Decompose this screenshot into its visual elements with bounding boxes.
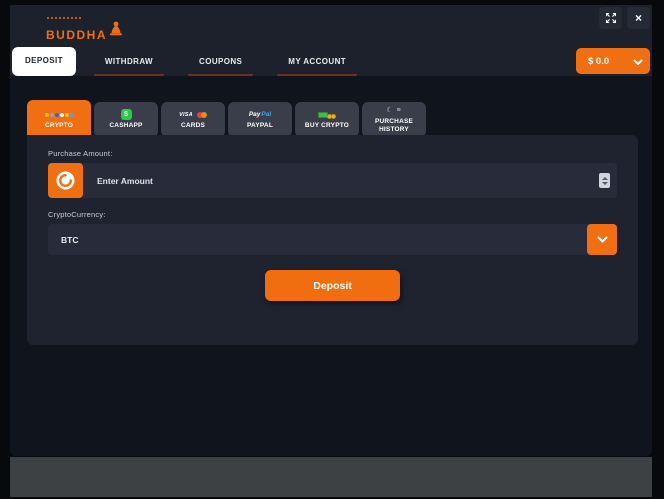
logo-dots-icon (47, 17, 123, 19)
amount-input[interactable] (83, 163, 599, 198)
window-controls: × (599, 7, 650, 29)
nav-tabs: DEPOSIT WITHDRAW COUPONS MY ACCOUNT (12, 47, 369, 76)
number-stepper-icon[interactable] (599, 173, 610, 188)
tab-deposit[interactable]: DEPOSIT (12, 47, 76, 76)
currency-select[interactable]: BTC (48, 224, 617, 255)
tab-coupons[interactable]: COUPONS (186, 48, 255, 76)
logo-text: BUDDHA (46, 29, 107, 41)
balance-amount: $ 0.0 (588, 56, 609, 67)
deposit-modal: BUDDHA (10, 5, 652, 456)
paytab-cards[interactable]: VISA CARDS (161, 102, 225, 137)
screen: BUDDHA (0, 0, 664, 499)
balance-button[interactable]: $ 0.0 (576, 48, 650, 74)
paytab-purchase-history[interactable]: ☾ ≡ PURCHASE HISTORY (362, 102, 426, 137)
payment-method-tabs: CRYPTO $ CASHAPP VISA CARDS (27, 100, 429, 139)
balance-area: $ 0.0 (576, 48, 650, 79)
currency-selected-value: BTC (48, 235, 587, 245)
paytab-cashapp[interactable]: $ CASHAPP (94, 102, 158, 137)
deposit-form-panel: Purchase Amount: CryptoCurrency: (27, 135, 638, 345)
deposit-button[interactable]: Deposit (265, 270, 400, 301)
crypto-coins-icon (45, 109, 74, 120)
paytab-paypal[interactable]: PayPal PAYPAL (228, 102, 292, 137)
visa-mastercard-icon: VISA (179, 109, 207, 120)
buddha-figure-icon (109, 21, 123, 41)
tab-withdraw[interactable]: WITHDRAW (92, 48, 166, 76)
coin-icon (48, 163, 83, 198)
paypal-icon: PayPal (249, 109, 271, 120)
chevron-down-icon (633, 54, 643, 69)
page-background-strip (10, 457, 652, 497)
history-icon: ☾ ≡ (386, 105, 401, 116)
modal-content: CRYPTO $ CASHAPP VISA CARDS (10, 76, 652, 456)
close-icon[interactable]: × (627, 7, 650, 29)
modal-header: BUDDHA (10, 5, 652, 76)
amount-input-row (48, 163, 617, 198)
money-coins-icon (318, 109, 336, 120)
expand-icon[interactable] (599, 7, 622, 29)
cryptocurrency-label: CryptoCurrency: (48, 210, 617, 219)
cashapp-icon: $ (121, 109, 132, 120)
buddha-logo: BUDDHA (46, 17, 123, 41)
tab-my-account[interactable]: MY ACCOUNT (275, 48, 359, 76)
select-chevron-down-icon[interactable] (587, 224, 617, 255)
paytab-buy-crypto[interactable]: BUY CRYPTO (295, 102, 359, 137)
purchase-amount-label: Purchase Amount: (48, 149, 617, 158)
paytab-crypto[interactable]: CRYPTO (27, 100, 91, 139)
